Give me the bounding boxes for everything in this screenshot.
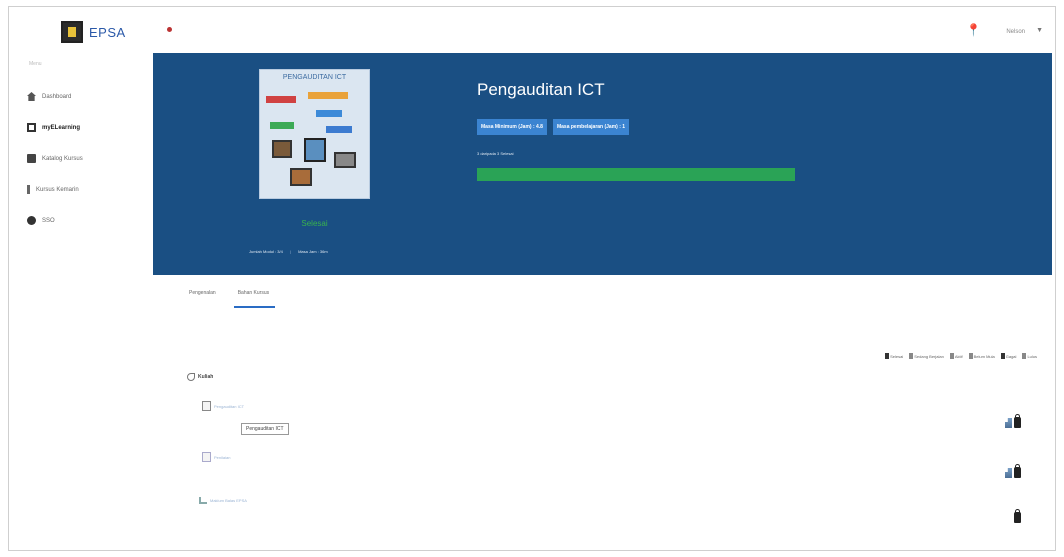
course-meta: Jumlah Modul : 3/4 | Masa Jam : 36m (249, 249, 328, 254)
home-icon (27, 92, 36, 101)
pass-icon (1022, 353, 1027, 359)
fail-icon (1000, 353, 1005, 359)
course-title: Pengauditan ICT (477, 80, 605, 99)
legend-label: Aktif (954, 353, 963, 359)
book-icon (27, 123, 36, 132)
brand[interactable]: EPSA (61, 21, 126, 43)
tree-node-maklum-balas[interactable]: Maklum Balas EPSA (199, 497, 247, 504)
tree-root[interactable]: Kuliah (187, 373, 213, 381)
unlock-icon (949, 353, 954, 359)
cover-device (304, 138, 326, 162)
lock-icon (885, 353, 890, 359)
cover-device (272, 140, 292, 158)
app-frame: EPSA Menu Dashboard myELearning Katalog … (8, 6, 1056, 551)
sidebar-item-sso[interactable]: SSO (27, 205, 83, 236)
legend-label: Sedang Berjalan (914, 353, 944, 359)
sidebar: EPSA Menu Dashboard myELearning Katalog … (9, 7, 149, 550)
legend-label: Lulus (1027, 353, 1037, 359)
module-icon (202, 401, 211, 411)
legend-sedang: Sedang Berjalan (909, 353, 944, 359)
cover-tag (316, 110, 342, 117)
legend-lulus: Lulus (1022, 353, 1037, 359)
sidebar-item-dashboard[interactable]: Dashboard (27, 81, 83, 112)
tab-pengenalan[interactable]: Pengenalan (189, 290, 216, 308)
user-name[interactable]: Nelson (1006, 29, 1025, 35)
progress-bar (477, 168, 795, 181)
lock-open-icon (968, 353, 973, 359)
sidebar-item-label: Katalog Kursus (42, 155, 83, 162)
sidebar-item-label: SSO (42, 217, 55, 224)
lock-icon (1014, 509, 1021, 523)
cover-tag (326, 126, 352, 133)
tree-node-label: Pengauditan ICT (214, 403, 245, 409)
learning-hours-badge: Masa pembelajaran (Jam) : 1 (552, 119, 630, 135)
cover-tag (308, 92, 348, 99)
tree-node-pengauditan[interactable]: Pengauditan ICT (202, 401, 244, 411)
catalog-icon (27, 154, 36, 163)
half-lock-icon (909, 353, 914, 359)
min-hours-badge: Masa Minimum (Jam) : 4.8 (477, 119, 547, 135)
brand-name: EPSA (89, 24, 126, 40)
sidebar-item-label: Dashboard (42, 93, 72, 100)
menu-toggle-icon[interactable] (167, 27, 172, 32)
legend-label: Selesai (890, 353, 904, 359)
quiz-icon (202, 452, 211, 462)
legend-selesai: Selesai (885, 353, 903, 359)
brand-logo-icon (61, 21, 83, 43)
notification-icon[interactable]: 📍 (966, 23, 981, 37)
course-badges: Masa Minimum (Jam) : 4.8 Masa pembelajar… (477, 119, 630, 135)
gear-icon (27, 216, 36, 225)
status-legend: Selesai Sedang Berjalan Aktif Belum Mula… (885, 353, 1037, 359)
course-hero: PENGAUDITAN ICT Selesai Jumlah Modul : 3… (153, 53, 1052, 275)
lock-icon (1014, 414, 1021, 428)
tab-bahan-kursus[interactable]: Bahan Kursus (233, 290, 276, 308)
tree-node-penilaian[interactable]: Penilaian (202, 452, 230, 462)
progress-fill (477, 168, 795, 181)
sidebar-item-label: Kursus Kemarin (36, 186, 79, 193)
tool-icon[interactable] (1005, 418, 1012, 428)
chart-icon (199, 497, 207, 504)
cover-tag (266, 96, 296, 103)
course-status: Selesai (301, 219, 328, 228)
sidebar-item-katalog[interactable]: Katalog Kursus (27, 143, 83, 174)
legend-gagal: Gagal (1000, 353, 1017, 359)
sidebar-item-kursus-kemarin[interactable]: Kursus Kemarin (27, 174, 83, 205)
sidebar-menu: Dashboard myELearning Katalog Kursus Kur… (27, 81, 83, 236)
menu-heading: Menu (29, 61, 42, 67)
lock-icon (1014, 464, 1021, 478)
cover-device (290, 168, 312, 186)
tree-node-label: Maklum Balas EPSA (210, 498, 247, 503)
chevron-down-icon[interactable]: ▼ (1036, 27, 1043, 34)
row-status-icons (1005, 464, 1021, 478)
row-status-icons (1005, 414, 1021, 428)
tool-icon[interactable] (1005, 468, 1012, 478)
cover-title: PENGAUDITAN ICT (282, 74, 347, 81)
cover-tag (270, 122, 294, 129)
tree-node-label: Penilaian (214, 454, 231, 460)
recent-icon (27, 185, 30, 194)
cover-device (334, 152, 356, 168)
course-tabs: Pengenalan Bahan Kursus (189, 290, 276, 308)
legend-label: Belum Mula (973, 353, 995, 359)
sidebar-item-myelearning[interactable]: myELearning (27, 112, 83, 143)
row-status-icons (1014, 509, 1021, 523)
progress-label: 3 daripada 3 Selesai (477, 151, 514, 156)
meta-hours: Masa Jam : 36m (298, 249, 328, 254)
folder-icon (187, 373, 195, 381)
legend-aktif: Aktif (949, 353, 963, 359)
tree-root-label: Kuliah (198, 374, 214, 380)
sidebar-item-label: myELearning (42, 124, 81, 131)
legend-label: Gagal (1005, 353, 1017, 359)
legend-belum: Belum Mula (968, 353, 995, 359)
topbar: 📍 Nelson ▼ (149, 7, 1055, 53)
course-cover-image: PENGAUDITAN ICT (259, 69, 370, 199)
meta-separator: | (289, 249, 291, 254)
tooltip: Pengauditan ICT (241, 423, 289, 435)
meta-modules: Jumlah Modul : 3/4 (249, 249, 283, 254)
